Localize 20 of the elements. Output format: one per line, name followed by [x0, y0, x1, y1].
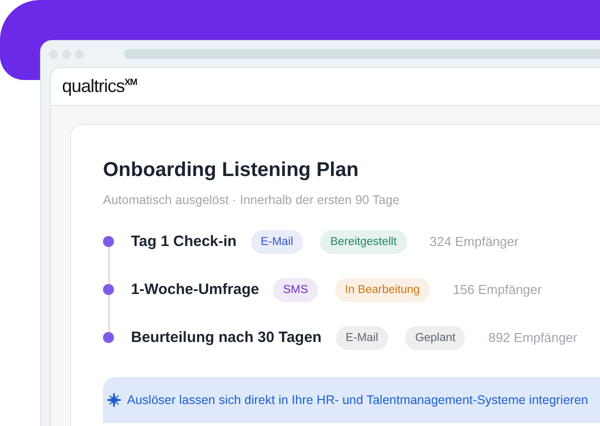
logo: qualtrics$^{XM}$	[62, 76, 138, 97]
plan-title: Onboarding Listening Plan	[103, 159, 360, 182]
timeline-dot-icon	[103, 236, 114, 247]
recipient-count: 892 Empfänger	[488, 330, 578, 345]
banner-text: Auslöser lassen sich direkt in Ihre HR- und Talentmanagement-Systeme integrieren	[127, 393, 588, 407]
step-name: 1-Woche-Umfrage	[131, 281, 260, 298]
tag: Geplant	[405, 326, 466, 350]
tag: In Bearbeitung	[335, 278, 430, 302]
tag: SMS	[273, 278, 318, 302]
timeline-dot-icon	[103, 284, 114, 295]
sparkle-icon	[107, 393, 121, 407]
recipient-count: 156 Empfänger	[452, 282, 542, 297]
timeline-dot-icon	[103, 332, 114, 343]
step-name: Tag 1 Check-in	[131, 233, 237, 250]
tag: E-Mail	[250, 230, 304, 254]
tag: E-Mail	[336, 326, 388, 350]
plan-subtitle: Automatisch ausgelöst · Innerhalb der ersten 90 Tage	[103, 193, 400, 207]
step-name: Beurteilung nach 30 Tagen	[131, 329, 322, 346]
tag: Bereitgestellt	[320, 230, 407, 254]
recipient-count: 324 Empfänger	[430, 234, 519, 249]
